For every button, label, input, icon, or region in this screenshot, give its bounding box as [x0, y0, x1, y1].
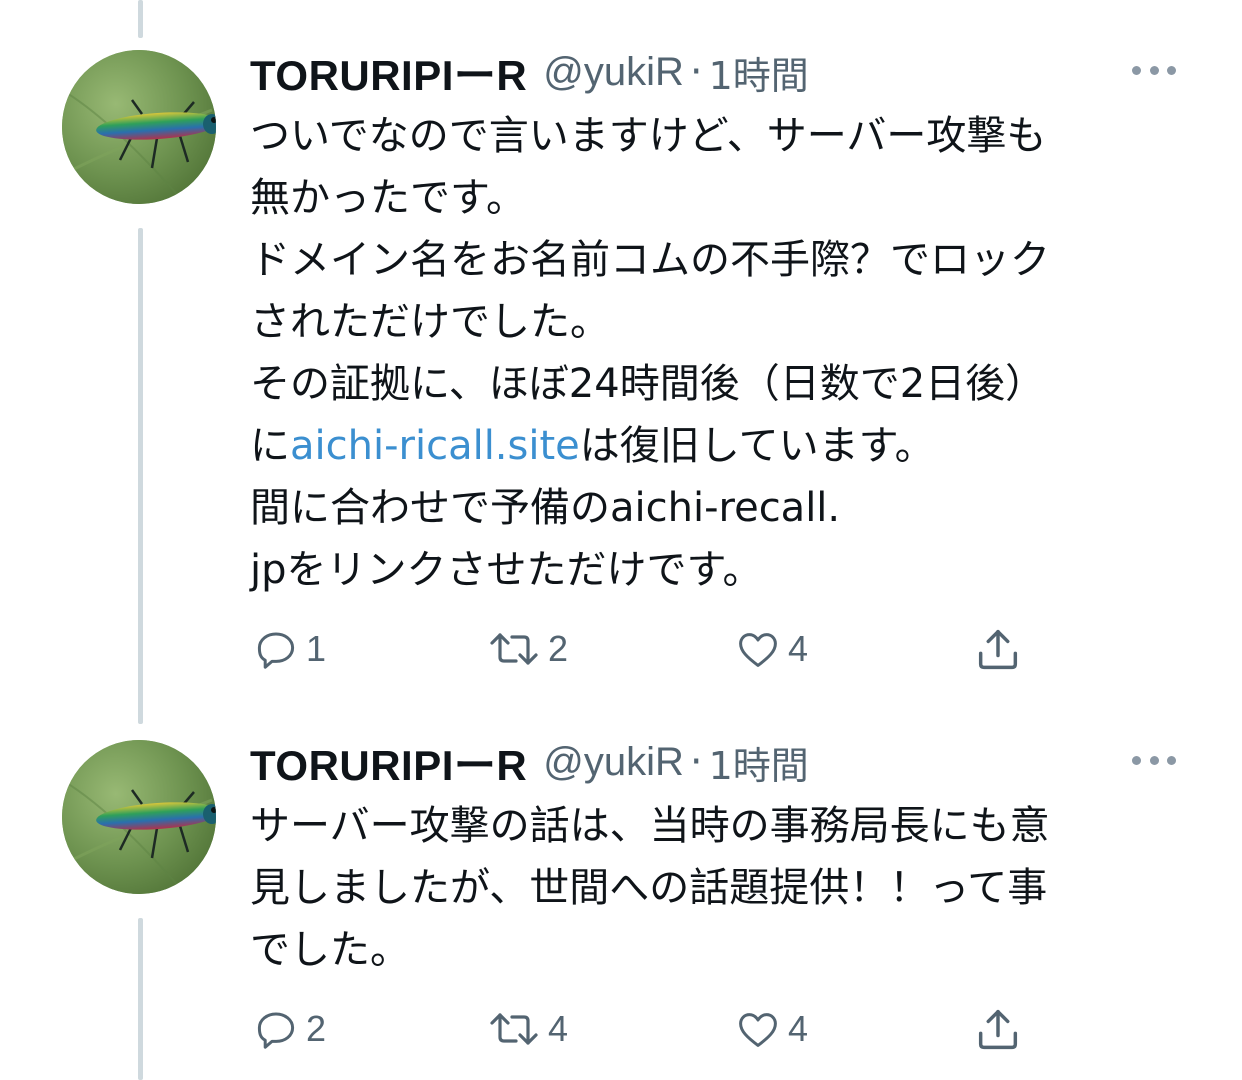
retweet-icon: [490, 633, 538, 665]
tweet-line: その証拠に、ほぼ24時間後（日数で2日後）: [250, 361, 1046, 407]
like-button[interactable]: 4: [734, 1004, 808, 1054]
tweet-line: jpをリンクさせただけです。: [250, 547, 763, 593]
display-name[interactable]: TORURIPIーR: [250, 732, 527, 793]
tweet-line: 見しましたが、世間への話題提供！！って事: [250, 865, 1048, 911]
tweet[interactable]: TORURIPIーR @yukiR · 1時間 サーバー攻撃の話は、当時の事務局…: [0, 700, 1242, 1080]
tweet-line: ドメイン名をお名前コムの不手際？でロック: [250, 237, 1050, 283]
tweet-header: TORURIPIーR @yukiR · 1時間: [250, 732, 809, 792]
reply-count: 1: [306, 628, 327, 669]
tweet-line: されただけでした。: [250, 299, 610, 345]
share-button[interactable]: [972, 624, 1024, 674]
retweet-count: 2: [548, 628, 569, 669]
tweet-text: ついでなので言いますけど、サーバー攻撃も 無かったです。 ドメイン名をお名前コム…: [250, 105, 1190, 601]
url-link[interactable]: aichi-ricall.site: [290, 423, 580, 469]
user-handle[interactable]: @yukiR: [543, 740, 684, 785]
retweet-icon: [490, 1013, 538, 1045]
timestamp[interactable]: 1時間: [709, 45, 809, 100]
heart-icon: [739, 1013, 777, 1047]
avatar[interactable]: [62, 50, 216, 204]
timestamp[interactable]: 1時間: [709, 735, 809, 790]
heart-icon: [739, 633, 777, 667]
tweet-line: サーバー攻撃の話は、当時の事務局長にも意: [250, 803, 1050, 849]
reply-icon: [257, 1012, 295, 1049]
tweet-text: サーバー攻撃の話は、当時の事務局長にも意 見しましたが、世間への話題提供！！って…: [250, 795, 1190, 981]
tweet[interactable]: TORURIPIーR @yukiR · 1時間 ついでなので言いますけど、サーバ…: [0, 0, 1242, 700]
tweet-actions: 1 2 4: [250, 624, 1030, 674]
separator: ·: [689, 739, 703, 785]
reply-button[interactable]: 2: [252, 1004, 326, 1054]
like-count: 4: [788, 628, 809, 669]
tweet-thread: TORURIPIーR @yukiR · 1時間 ついでなので言いますけど、サーバ…: [0, 0, 1242, 1080]
reply-icon: [257, 632, 295, 669]
more-horizontal-icon[interactable]: [1132, 753, 1176, 767]
reply-button[interactable]: 1: [252, 624, 326, 674]
retweet-count: 4: [548, 1008, 569, 1049]
like-count: 4: [788, 1008, 809, 1049]
share-icon: [978, 1009, 1018, 1050]
tweet-actions: 2 4 4: [250, 1004, 1030, 1054]
tweet-line: ついでなので言いますけど、サーバー攻撃も: [250, 113, 1047, 159]
like-button[interactable]: 4: [734, 624, 808, 674]
jewel-beetle-icon: [62, 740, 216, 894]
user-handle[interactable]: @yukiR: [543, 50, 684, 95]
reply-count: 2: [306, 1008, 327, 1049]
tweet-line: でした。: [250, 927, 410, 973]
retweet-button[interactable]: 2: [486, 624, 568, 674]
tweet-header: TORURIPIーR @yukiR · 1時間: [250, 42, 809, 102]
separator: ·: [689, 49, 703, 95]
share-icon: [978, 629, 1018, 670]
tweet-line: 無かったです。: [250, 175, 526, 221]
display-name[interactable]: TORURIPIーR: [250, 42, 527, 103]
avatar[interactable]: [62, 740, 216, 894]
retweet-button[interactable]: 4: [486, 1004, 568, 1054]
tweet-line: にaichi-ricall.siteは復旧しています。: [250, 423, 935, 469]
more-horizontal-icon[interactable]: [1132, 63, 1176, 77]
share-button[interactable]: [972, 1004, 1024, 1054]
tweet-line: 間に合わせで予備のaichi-recall.: [250, 485, 841, 531]
jewel-beetle-icon: [62, 50, 216, 204]
